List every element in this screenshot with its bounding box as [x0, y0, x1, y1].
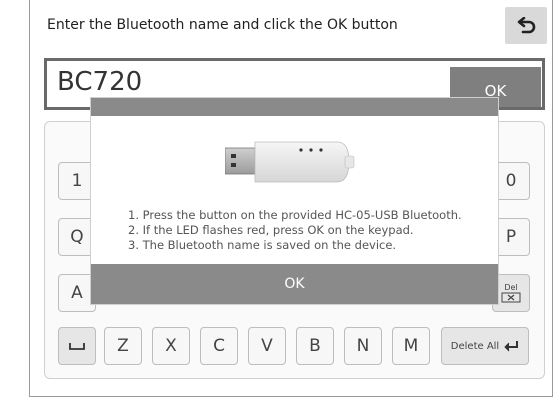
key-x[interactable]: X [152, 327, 190, 365]
dialog-header-bar [91, 98, 498, 116]
key-v[interactable]: V [248, 327, 286, 365]
usb-bluetooth-dongle-image [225, 141, 355, 183]
space-key[interactable] [58, 327, 96, 365]
return-arrow-icon [517, 16, 536, 33]
page-title: Enter the Bluetooth name and click the O… [47, 17, 398, 33]
delete-all-button[interactable]: Delete All [441, 327, 529, 365]
instruction-line-3: 3. The Bluetooth name is saved on the de… [128, 238, 397, 252]
key-b[interactable]: B [296, 327, 334, 365]
backspace-x-icon [501, 292, 521, 303]
dialog-ok-button[interactable]: OK [91, 264, 498, 304]
instruction-line-2: 2. If the LED flashes red, press OK on t… [128, 223, 414, 237]
delete-all-label: Delete All [450, 340, 500, 352]
enter-arrow-icon [504, 341, 519, 352]
space-icon [69, 343, 85, 350]
key-m[interactable]: M [392, 327, 430, 365]
back-button[interactable] [505, 7, 547, 44]
key-z[interactable]: Z [104, 327, 142, 365]
bluetooth-name-value: BC720 [57, 67, 143, 97]
key-c[interactable]: C [200, 327, 238, 365]
instruction-line-1: 1. Press the button on the provided HC-0… [128, 208, 462, 222]
key-n[interactable]: N [344, 327, 382, 365]
delete-key-label: Del [504, 283, 518, 292]
instruction-dialog: 1. Press the button on the provided HC-0… [90, 97, 499, 305]
instruction-text: 1. Press the button on the provided HC-0… [128, 208, 462, 253]
